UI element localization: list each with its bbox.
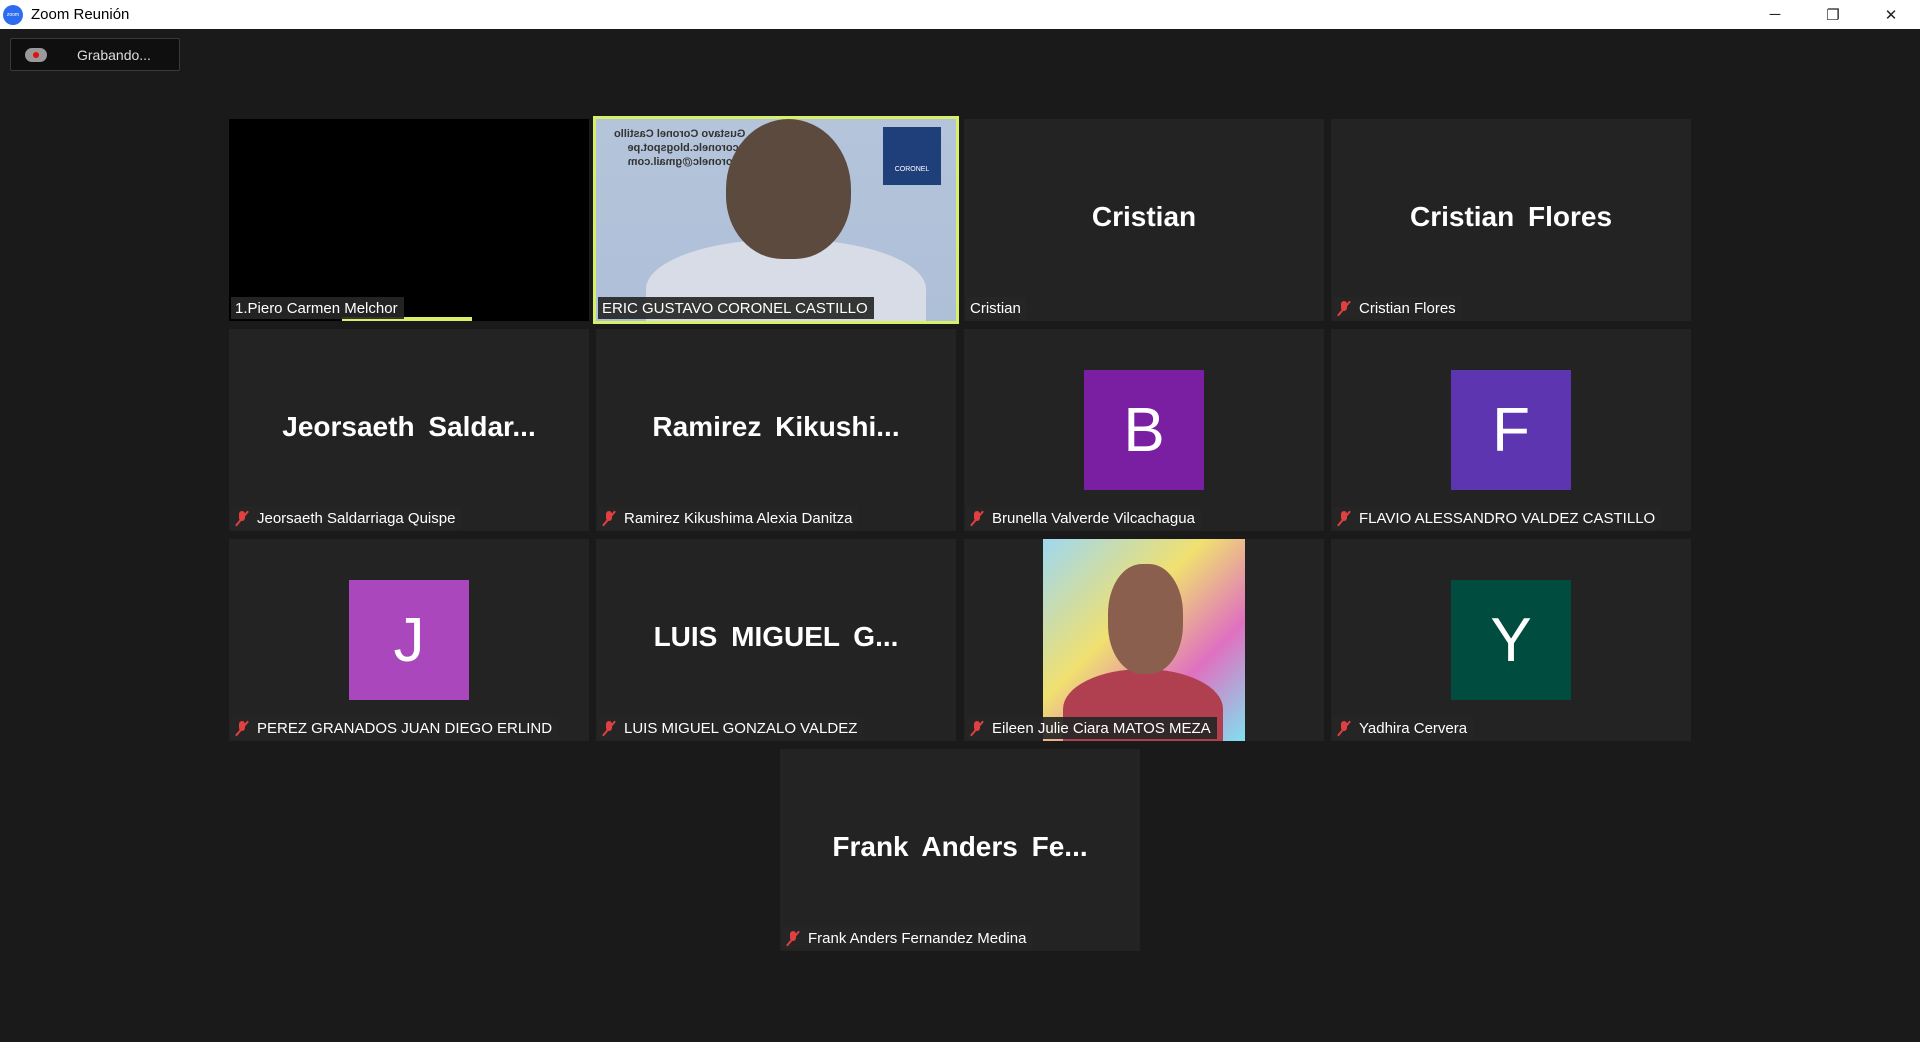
participant-display-name: Cristian Flores xyxy=(1409,201,1613,232)
participant-tile[interactable]: 1.Piero Carmen Melchor xyxy=(229,119,589,321)
participant-name: Frank Anders Fernandez Medina xyxy=(808,929,1027,947)
participant-name: Cristian xyxy=(970,299,1021,317)
avatar: B xyxy=(1084,370,1204,490)
participant-tile[interactable]: J PEREZ GRANADOS JUAN DIEGO ERLIND xyxy=(229,539,589,741)
participant-name-label: FLAVIO ALESSANDRO VALDEZ CASTILLO xyxy=(1333,507,1662,529)
muted-mic-icon xyxy=(1337,510,1351,526)
video-overlay-text: Gustavo Coronel Castillo gcoronelc.blogsp… xyxy=(614,128,746,168)
participant-name-label: Yadhira Cervera xyxy=(1333,717,1474,739)
participant-tile[interactable]: Gustavo Coronel Castillo gcoronelc.blogsp… xyxy=(593,116,959,324)
minimize-button[interactable]: ─ xyxy=(1746,0,1804,29)
muted-mic-icon xyxy=(970,510,984,526)
participant-display-name: Frank Anders Fe... xyxy=(832,831,1088,862)
participant-tile[interactable]: Jeorsaeth Saldar... Jeorsaeth Saldarriaga… xyxy=(229,329,589,531)
participant-tile[interactable]: LUIS MIGUEL G... LUIS MIGUEL GONZALO VALD… xyxy=(596,539,956,741)
avatar: J xyxy=(349,580,469,700)
participant-name-label: Cristian xyxy=(966,297,1027,319)
participant-name: LUIS MIGUEL GONZALO VALDEZ xyxy=(624,719,858,737)
participant-tile[interactable]: Cristian Cristian xyxy=(964,119,1324,321)
muted-mic-icon xyxy=(970,720,984,736)
participant-name: Ramirez Kikushima Alexia Danitza xyxy=(624,509,853,527)
participant-display-name: LUIS MIGUEL G... xyxy=(653,621,899,652)
muted-mic-icon xyxy=(235,720,249,736)
participant-name-label: Eileen Julie Ciara MATOS MEZA xyxy=(966,717,1217,739)
participant-name: 1.Piero Carmen Melchor xyxy=(235,299,398,317)
title-bar: zoom Zoom Reunión ─ ❐ ✕ xyxy=(0,0,1920,29)
participant-display-name: Jeorsaeth Saldar... xyxy=(282,411,536,442)
muted-mic-icon xyxy=(786,930,800,946)
zoom-app-icon: zoom xyxy=(3,4,23,25)
participant-name: Yadhira Cervera xyxy=(1359,719,1468,737)
participant-display-name: Ramirez Kikushi... xyxy=(652,411,900,442)
participant-tile[interactable]: Eileen Julie Ciara MATOS MEZA xyxy=(964,539,1324,741)
participant-name: Eileen Julie Ciara MATOS MEZA xyxy=(992,719,1211,737)
recording-indicator[interactable]: Grabando... xyxy=(10,38,180,71)
participant-name: ERIC GUSTAVO CORONEL CASTILLO xyxy=(602,299,868,317)
participant-name-label: LUIS MIGUEL GONZALO VALDEZ xyxy=(598,717,864,739)
coronel-logo: CORONEL xyxy=(883,127,941,185)
participant-tile[interactable]: Ramirez Kikushi... Ramirez Kikushima Alex… xyxy=(596,329,956,531)
window-title: Zoom Reunión xyxy=(31,6,130,23)
participant-name-label: Jeorsaeth Saldarriaga Quispe xyxy=(231,507,462,529)
participant-video xyxy=(1043,539,1245,741)
participant-name-label: 1.Piero Carmen Melchor xyxy=(231,297,404,319)
participant-name: Jeorsaeth Saldarriaga Quispe xyxy=(257,509,456,527)
close-button[interactable]: ✕ xyxy=(1862,0,1920,29)
participant-display-name: Cristian xyxy=(1091,201,1197,232)
muted-mic-icon xyxy=(1337,720,1351,736)
participant-name-label: ERIC GUSTAVO CORONEL CASTILLO xyxy=(598,297,874,319)
muted-mic-icon xyxy=(1337,300,1351,316)
participant-name-label: PEREZ GRANADOS JUAN DIEGO ERLIND xyxy=(231,717,559,739)
participant-video: Gustavo Coronel Castillo gcoronelc.blogsp… xyxy=(596,119,956,321)
participant-tile[interactable]: B Brunella Valverde Vilcachagua xyxy=(964,329,1324,531)
participant-tile[interactable]: Y Yadhira Cervera xyxy=(1331,539,1691,741)
participant-name: Cristian Flores xyxy=(1359,299,1456,317)
muted-mic-icon xyxy=(602,720,616,736)
cloud-record-icon xyxy=(25,47,47,62)
participant-tile[interactable]: Frank Anders Fe... Frank Anders Fernandez… xyxy=(780,749,1140,951)
participant-name: FLAVIO ALESSANDRO VALDEZ CASTILLO xyxy=(1359,509,1656,527)
participant-name-label: Brunella Valverde Vilcachagua xyxy=(966,507,1201,529)
muted-mic-icon xyxy=(235,510,249,526)
participant-name-label: Frank Anders Fernandez Medina xyxy=(782,927,1033,949)
participant-name-label: Ramirez Kikushima Alexia Danitza xyxy=(598,507,859,529)
participant-name: Brunella Valverde Vilcachagua xyxy=(992,509,1195,527)
participant-tile[interactable]: F FLAVIO ALESSANDRO VALDEZ CASTILLO xyxy=(1331,329,1691,531)
avatar: F xyxy=(1451,370,1571,490)
participant-tile[interactable]: Cristian Flores Cristian Flores xyxy=(1331,119,1691,321)
avatar: Y xyxy=(1451,580,1571,700)
restore-button[interactable]: ❐ xyxy=(1804,0,1862,29)
participant-name: PEREZ GRANADOS JUAN DIEGO ERLIND xyxy=(257,719,553,737)
recording-label: Grabando... xyxy=(77,46,151,63)
participant-name-label: Cristian Flores xyxy=(1333,297,1462,319)
muted-mic-icon xyxy=(602,510,616,526)
